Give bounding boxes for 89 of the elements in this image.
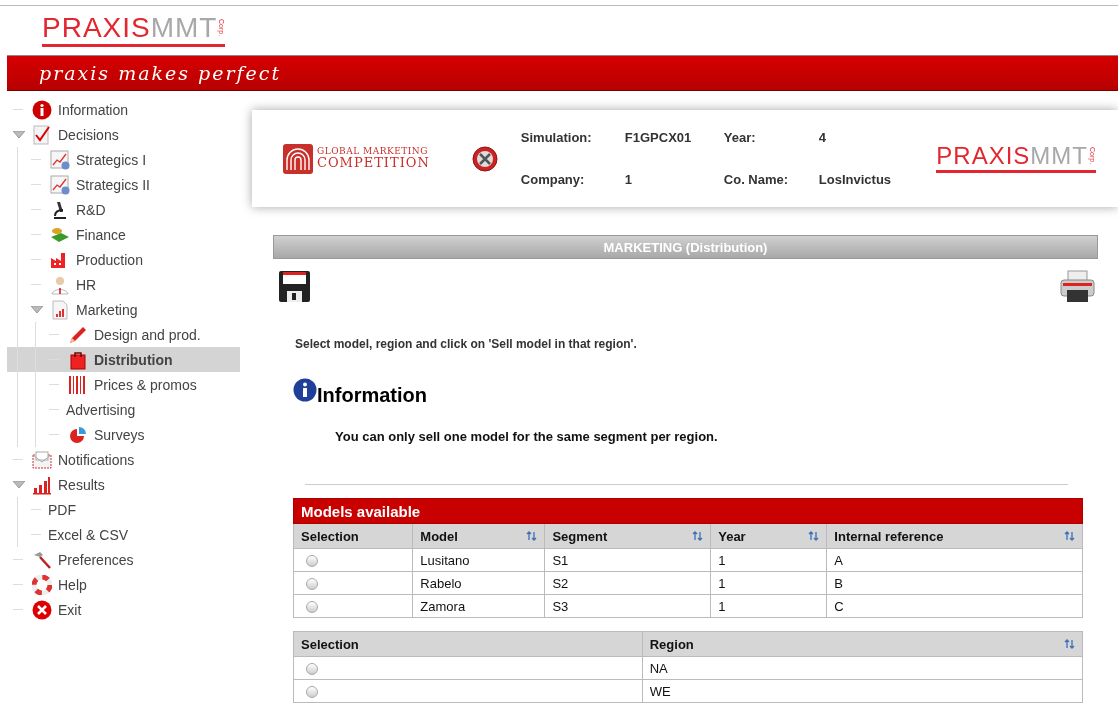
menu-item[interactable]: Strategics I [7, 147, 240, 172]
column-header[interactable]: Model [412, 523, 545, 549]
info-message: You can only sell one model for the same segment per region. [335, 429, 719, 444]
sort-icon[interactable] [1064, 639, 1075, 649]
radio-button[interactable] [306, 578, 318, 591]
menu-item[interactable]: Strategics II [7, 172, 240, 197]
hammer-icon [32, 549, 52, 570]
chart-icon [50, 174, 70, 195]
menu-item[interactable]: R&D [7, 197, 240, 222]
table-cell: Rabelo [412, 571, 545, 595]
menu-item[interactable]: PDF [7, 497, 240, 522]
table-cell: S2 [544, 571, 711, 595]
table-cell: 1 [710, 594, 827, 618]
sort-icon[interactable] [692, 531, 704, 541]
sort-icon[interactable] [1064, 531, 1075, 541]
table-cell: WE [642, 679, 1083, 703]
menu-item[interactable]: Information [7, 97, 240, 122]
field-label: Year: [723, 130, 757, 145]
competition-logo-icon [283, 143, 313, 174]
envelope-icon [32, 449, 52, 470]
menu-item[interactable]: Decisions [7, 122, 240, 147]
close-icon [32, 599, 52, 620]
column-header: Selection [293, 631, 643, 657]
menu-item[interactable]: Advertising [7, 397, 240, 422]
menu-item[interactable]: Exit [7, 597, 240, 622]
info-icon [32, 99, 52, 120]
column-header[interactable]: Region [642, 631, 1083, 657]
table-cell: 1 [710, 548, 827, 572]
menu-item[interactable]: Excel & CSV [7, 522, 240, 547]
stop-icon[interactable] [471, 145, 498, 172]
menu-item[interactable]: Marketing [7, 297, 240, 322]
pie-chart-icon [68, 424, 88, 445]
field-value: 4 [818, 130, 828, 145]
field-value: LosInvictus [818, 172, 892, 187]
lifebuoy-icon [32, 574, 52, 595]
toggle-icon[interactable] [13, 130, 25, 139]
field-value: F1GPCX01 [624, 130, 693, 145]
shopping-bag-icon [68, 349, 88, 370]
printer-icon[interactable] [1060, 270, 1095, 303]
page-title: MARKETING (Distribution) [273, 235, 1098, 259]
menu-item[interactable]: Prices & promos [7, 372, 240, 397]
menu-item[interactable]: Finance [7, 222, 240, 247]
column-header[interactable]: Segment [544, 523, 711, 549]
table-cell: S3 [544, 594, 711, 618]
pencil-icon [68, 324, 88, 345]
info-heading: Information [317, 384, 427, 407]
save-icon[interactable] [278, 270, 311, 303]
column-header: Selection [293, 523, 413, 549]
menu-item[interactable]: Surveys [7, 422, 240, 447]
field-value: 1 [624, 172, 634, 187]
table-cell: C [826, 594, 1083, 618]
table-cell: B [826, 571, 1083, 595]
table-title: Models available [293, 498, 1083, 524]
radio-button[interactable] [306, 663, 318, 676]
table-cell: A [826, 548, 1083, 572]
menu-item[interactable]: Results [7, 472, 240, 497]
radio-button[interactable] [306, 555, 318, 568]
instruction-text: Select model, region and click on 'Sell model in that region'. [295, 337, 638, 351]
radio-button[interactable] [306, 601, 318, 614]
column-header[interactable]: Year [710, 523, 827, 549]
sort-icon[interactable] [526, 531, 538, 541]
checklist-icon [32, 124, 52, 145]
barcode-icon [68, 374, 88, 395]
radio-button[interactable] [306, 686, 318, 699]
menu-item[interactable]: Help [7, 572, 240, 597]
document-chart-icon [50, 299, 70, 320]
info-icon [293, 378, 317, 402]
field-label: Company: [520, 172, 586, 187]
menu-item[interactable]: Notifications [7, 447, 240, 472]
competition-logo: GLOBAL MARKETING COMPETITION [317, 146, 430, 171]
toggle-icon[interactable] [31, 305, 43, 314]
tagline: praxis makes perfect [39, 62, 282, 84]
bar-chart-icon [32, 474, 52, 495]
table-cell: NA [642, 656, 1083, 680]
column-header[interactable]: Internal reference [826, 523, 1083, 549]
chart-icon [50, 149, 70, 170]
table-cell: Lusitano [412, 548, 545, 572]
table-cell: Zamora [412, 594, 545, 618]
field-label: Co. Name: [723, 172, 790, 187]
person-icon [50, 274, 70, 295]
table-cell: S1 [544, 548, 711, 572]
sort-icon[interactable] [808, 531, 820, 541]
field-label: Simulation: [520, 130, 593, 145]
menu-item[interactable]: Preferences [7, 547, 240, 572]
menu-item[interactable]: HR [7, 272, 240, 297]
table-cell: 1 [710, 571, 827, 595]
menu-item[interactable]: Production [7, 247, 240, 272]
toggle-icon[interactable] [13, 480, 25, 489]
menu-item[interactable]: Distribution [7, 347, 240, 372]
